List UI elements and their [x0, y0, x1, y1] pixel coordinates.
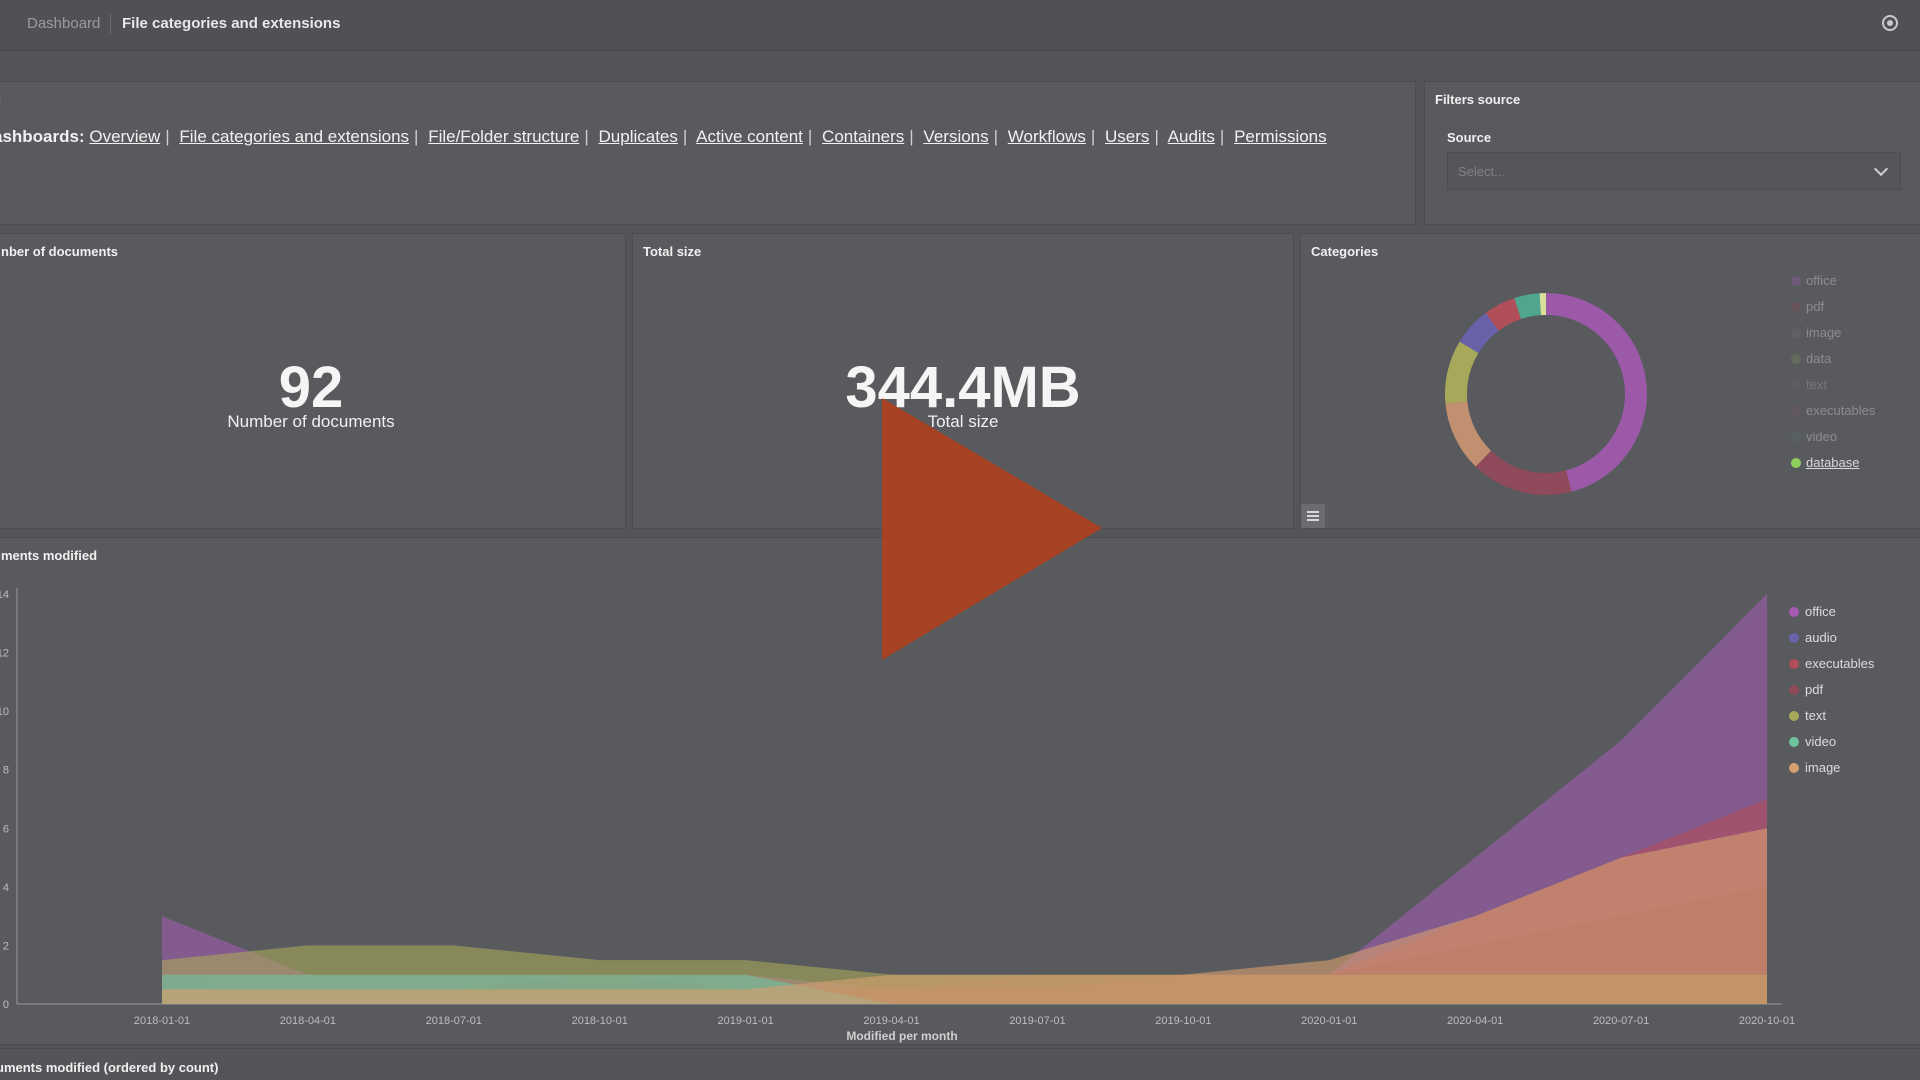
- donut-slice-data[interactable]: [1445, 341, 1479, 404]
- categories-panel: Categories office pdf image data text ex…: [1300, 233, 1920, 529]
- legend-dot-office[interactable]: [1789, 607, 1799, 617]
- categories-donut-chart[interactable]: [1426, 274, 1666, 514]
- donut-slice-office[interactable]: [1545, 293, 1647, 492]
- filters-panel: Filters source Source Select...: [1424, 81, 1920, 225]
- x-tick-label: 2019-10-01: [1155, 1015, 1211, 1027]
- link-users[interactable]: Users: [1105, 127, 1149, 146]
- breadcrumb-root[interactable]: Dashboard: [27, 15, 100, 32]
- legend-item-video[interactable]: video: [1791, 429, 1837, 444]
- legend-dot-text[interactable]: [1789, 711, 1799, 721]
- x-tick-label: 2018-07-01: [426, 1015, 482, 1027]
- documents-count-label: Number of documents: [227, 412, 395, 431]
- legend-dot-pdf[interactable]: [1789, 685, 1799, 695]
- categories-title: Categories: [1311, 244, 1379, 259]
- x-tick-label: 2019-01-01: [717, 1015, 773, 1027]
- link-file-folder-structure[interactable]: File/Folder structure: [428, 127, 579, 146]
- section-divider: [0, 1048, 1920, 1049]
- chevron-down-icon: [1873, 161, 1889, 177]
- link-containers[interactable]: Containers: [822, 127, 904, 146]
- legend-dot-video[interactable]: [1789, 737, 1799, 747]
- x-tick-label: 2020-10-01: [1739, 1015, 1795, 1027]
- x-axis-label: Modified per month: [846, 1029, 957, 1043]
- documents-count-title: nber of documents: [1, 244, 119, 259]
- y-tick-label: 2: [3, 940, 9, 952]
- y-tick-label: 10: [0, 706, 9, 718]
- legend-dot-audio[interactable]: [1789, 633, 1799, 643]
- x-tick-label: 2019-04-01: [863, 1015, 919, 1027]
- legend-item-text[interactable]: text: [1791, 377, 1827, 392]
- legend-item-pdf[interactable]: pdf: [1791, 299, 1824, 314]
- link-overview[interactable]: Overview: [89, 127, 160, 146]
- legend-item-data[interactable]: data: [1791, 351, 1831, 366]
- y-tick-label: 4: [3, 882, 9, 894]
- link-versions[interactable]: Versions: [923, 127, 988, 146]
- legend-label-image[interactable]: image: [1805, 760, 1840, 775]
- legend-label-pdf[interactable]: pdf: [1805, 682, 1823, 697]
- legend-label-audio[interactable]: audio: [1805, 630, 1837, 645]
- source-select[interactable]: Select...: [1447, 152, 1901, 190]
- documents-count-value: 92: [278, 355, 344, 420]
- link-permissions[interactable]: Permissions: [1234, 127, 1327, 146]
- legend-item-office[interactable]: office: [1791, 273, 1837, 288]
- y-tick-label: 14: [0, 589, 9, 601]
- link-workflows[interactable]: Workflows: [1008, 127, 1086, 146]
- donut-slice-audio[interactable]: [1459, 313, 1500, 354]
- x-tick-label: 2018-10-01: [572, 1015, 628, 1027]
- menu-panel: u ashboards: Overview| File categories a…: [0, 81, 1416, 225]
- play-icon[interactable]: [882, 398, 1102, 660]
- documents-modified-title: uments modified: [0, 548, 98, 563]
- breadcrumb-current: File categories and extensions: [122, 15, 341, 32]
- dashboards-lead-label: ashboards:: [0, 127, 85, 146]
- y-tick-label: 12: [0, 648, 9, 660]
- donut-slice-video[interactable]: [1514, 293, 1542, 320]
- x-tick-label: 2020-04-01: [1447, 1015, 1503, 1027]
- x-tick-label: 2020-07-01: [1593, 1015, 1649, 1027]
- link-duplicates[interactable]: Duplicates: [599, 127, 678, 146]
- legend-item-image[interactable]: image: [1791, 325, 1841, 340]
- legend-dot-image[interactable]: [1789, 763, 1799, 773]
- donut-slice-executables[interactable]: [1485, 298, 1522, 331]
- y-tick-label: 0: [3, 999, 9, 1011]
- legend-label-text[interactable]: text: [1805, 708, 1826, 723]
- legend-label-office[interactable]: office: [1805, 604, 1836, 619]
- legend-item-executables[interactable]: executables: [1791, 403, 1875, 418]
- documents-count-panel: nber of documents 92 Number of documents: [0, 233, 626, 529]
- donut-slice-pdf[interactable]: [1475, 450, 1572, 495]
- x-tick-label: 2018-01-01: [134, 1015, 190, 1027]
- settings-icon[interactable]: [1882, 15, 1898, 31]
- donut-slice-image[interactable]: [1445, 401, 1492, 467]
- y-tick-label: 6: [3, 823, 9, 835]
- total-size-title: Total size: [643, 244, 702, 259]
- legend-dot-executables[interactable]: [1789, 659, 1799, 669]
- documents-modified-ordered-title: uments modified (ordered by count): [0, 1060, 219, 1075]
- source-label: Source: [1447, 130, 1492, 145]
- top-bar: Dashboard File categories and extensions: [0, 0, 1920, 51]
- breadcrumb-separator: [110, 14, 111, 34]
- filters-title: Filters source: [1435, 92, 1521, 107]
- x-tick-label: 2018-04-01: [280, 1015, 336, 1027]
- x-tick-label: 2019-07-01: [1009, 1015, 1065, 1027]
- dashboard-links: ashboards: Overview | File categories and…: [0, 127, 1327, 147]
- list-icon[interactable]: [1301, 504, 1325, 528]
- y-tick-label: 8: [3, 765, 9, 777]
- legend-label-executables[interactable]: executables: [1805, 656, 1875, 671]
- source-select-placeholder: Select...: [1458, 164, 1505, 179]
- menu-title: u: [0, 92, 1, 107]
- link-file-categories[interactable]: File categories and extensions: [179, 127, 409, 146]
- x-tick-label: 2020-01-01: [1301, 1015, 1357, 1027]
- link-audits[interactable]: Audits: [1168, 127, 1215, 146]
- legend-item-database[interactable]: database: [1791, 455, 1860, 470]
- legend-label-video[interactable]: video: [1805, 734, 1836, 749]
- link-active-content[interactable]: Active content: [696, 127, 803, 146]
